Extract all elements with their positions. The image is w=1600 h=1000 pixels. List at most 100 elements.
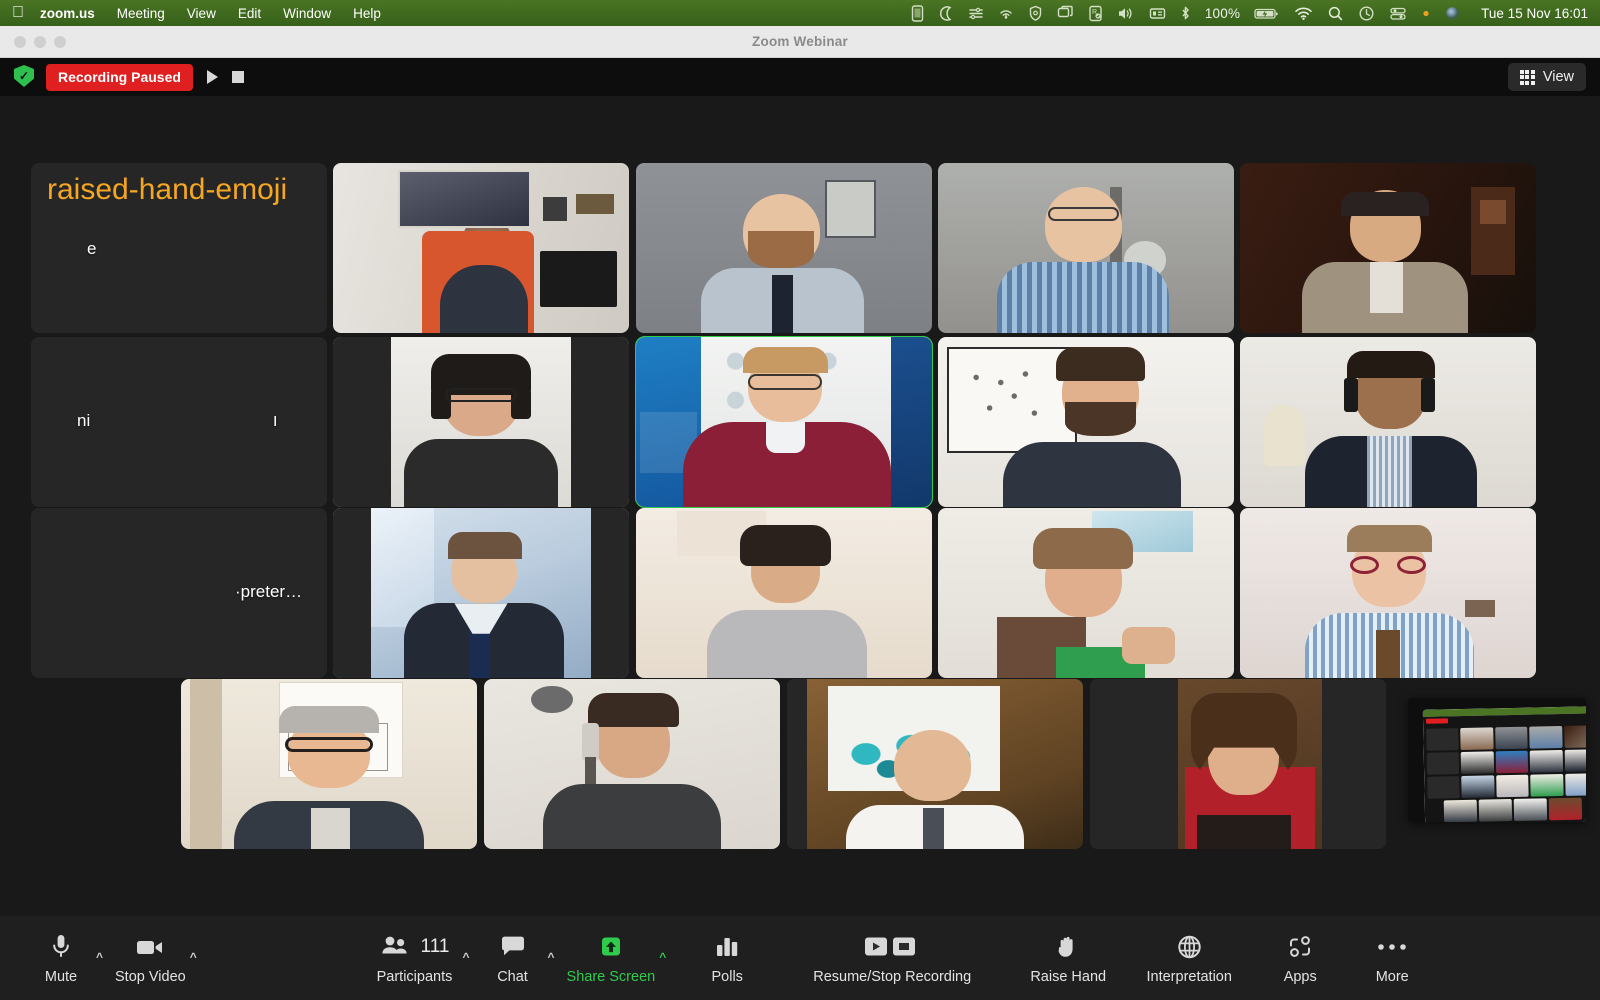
microphone-icon <box>49 932 73 962</box>
menu-item-view[interactable]: View <box>187 6 216 21</box>
battery-percent-label: 100% <box>1204 5 1241 21</box>
participant-tile[interactable] <box>333 337 629 507</box>
mute-button[interactable]: Mute <box>24 932 98 985</box>
apps-button[interactable]: Apps <box>1254 932 1346 985</box>
participant-video <box>787 679 1083 849</box>
play-stop-icon <box>863 932 921 962</box>
participant-video <box>636 163 932 333</box>
participant-video <box>333 163 629 333</box>
participant-tile[interactable] <box>1240 508 1536 678</box>
participant-name: ni <box>77 411 91 430</box>
chat-button[interactable]: Chat <box>476 932 550 985</box>
participant-video <box>636 337 932 507</box>
participant-tile[interactable] <box>938 337 1234 507</box>
raised-hand-emoji: raised-hand-emoji <box>47 173 288 206</box>
display-mirror-icon[interactable] <box>1057 5 1074 22</box>
participant-tile[interactable] <box>1240 337 1536 507</box>
participant-tile[interactable] <box>1240 163 1536 333</box>
screen-record-icon[interactable]: R <box>1088 5 1103 22</box>
pip-row <box>1427 773 1586 799</box>
do-not-disturb-moon-icon[interactable] <box>939 5 954 22</box>
participant-tile[interactable]: raised-hand-emoji e <box>31 163 327 333</box>
participants-options-caret[interactable]: ^ <box>463 934 476 982</box>
interpretation-button[interactable]: Interpretation <box>1124 932 1254 985</box>
participant-name-suffix: ·preter… <box>235 582 303 601</box>
people-icon: 111 <box>380 932 449 962</box>
participant-video <box>484 679 780 849</box>
pip-cell <box>1548 797 1583 821</box>
participant-tile[interactable] <box>484 679 780 849</box>
pip-gallery <box>1422 713 1586 822</box>
share-screen-button-label: Share Screen <box>566 968 656 985</box>
active-speaker-tile[interactable] <box>635 336 933 508</box>
pip-cell <box>1496 774 1529 798</box>
menu-item-zoom-us[interactable]: zoom.us <box>40 6 95 21</box>
pip-cell <box>1478 799 1513 822</box>
participant-tile[interactable] <box>636 163 932 333</box>
menu-item-help[interactable]: Help <box>353 6 381 21</box>
stop-recording-button[interactable] <box>231 71 244 83</box>
recording-status-badge[interactable]: Recording Paused <box>46 63 193 91</box>
bluetooth-icon[interactable] <box>1180 5 1191 22</box>
resume-stop-recording-button[interactable]: Resume/Stop Recording <box>782 932 1002 985</box>
pip-cell <box>1563 725 1586 748</box>
hand-icon <box>1055 932 1081 962</box>
stop-video-button[interactable]: Stop Video <box>109 932 192 985</box>
video-pillarbox-left <box>1090 679 1178 849</box>
time-machine-icon[interactable] <box>1358 5 1375 22</box>
battery-charging-icon[interactable] <box>1254 5 1280 22</box>
airplay-broadcast-icon[interactable] <box>998 5 1014 22</box>
share-screen-button[interactable]: Share Screen <box>561 932 662 985</box>
apple-menu-icon[interactable]:  <box>12 5 24 21</box>
menu-item-meeting[interactable]: Meeting <box>117 6 165 21</box>
pip-cell <box>1426 728 1460 751</box>
vpn-icon[interactable] <box>968 5 984 22</box>
grid-view-icon <box>1519 69 1535 85</box>
resume-recording-button[interactable] <box>206 70 218 84</box>
participant-tile[interactable] <box>1090 679 1386 849</box>
participants-button[interactable]: 111 Participants <box>365 932 465 985</box>
menubar-clock[interactable]: Tue 15 Nov 16:01 <box>1481 6 1588 21</box>
pip-cell <box>1530 773 1564 797</box>
volume-icon[interactable] <box>1117 5 1135 22</box>
raise-hand-button[interactable]: Raise Hand <box>1012 932 1124 985</box>
control-center-icon[interactable] <box>1389 5 1408 22</box>
pip-cell <box>1564 749 1586 772</box>
mobile-device-icon[interactable] <box>910 4 925 22</box>
menu-item-edit[interactable]: Edit <box>238 6 261 21</box>
picture-in-picture-preview[interactable] <box>1408 698 1586 822</box>
pip-cell <box>1494 726 1528 750</box>
participant-tile[interactable] <box>181 679 477 849</box>
chat-options-caret[interactable]: ^ <box>548 934 561 982</box>
search-icon[interactable] <box>1327 5 1344 22</box>
view-layout-button[interactable]: View <box>1507 63 1586 91</box>
shield-privacy-icon[interactable] <box>1028 5 1043 22</box>
encryption-shield-icon[interactable]: ✓ <box>14 65 36 89</box>
participant-video <box>181 679 477 849</box>
siri-icon[interactable] <box>1444 5 1461 22</box>
video-options-caret[interactable]: ^ <box>190 934 203 982</box>
pip-cell <box>1426 752 1460 775</box>
video-gallery: raised-hand-emoji e ni ו ·preter… <box>0 96 1600 916</box>
participant-tile[interactable] <box>938 163 1234 333</box>
more-button[interactable]: More <box>1346 932 1438 985</box>
wifi-icon[interactable] <box>1294 5 1313 22</box>
polls-button-label: Polls <box>711 968 743 985</box>
keyboard-input-icon[interactable] <box>1149 5 1166 22</box>
participant-tile[interactable]: ·preter… <box>31 508 327 678</box>
pip-window <box>1422 706 1586 822</box>
participant-tile[interactable]: ni ו <box>31 337 327 507</box>
pip-cell <box>1564 773 1586 796</box>
participant-tile[interactable] <box>333 508 629 678</box>
audio-options-caret[interactable]: ^ <box>96 934 109 982</box>
menu-item-window[interactable]: Window <box>283 6 331 21</box>
participant-tile[interactable] <box>333 163 629 333</box>
more-button-label: More <box>1375 968 1409 985</box>
chat-button-label: Chat <box>497 968 528 985</box>
participant-tile[interactable] <box>636 508 932 678</box>
participant-tile[interactable] <box>938 508 1234 678</box>
participant-tile[interactable] <box>787 679 1083 849</box>
share-options-caret[interactable]: ^ <box>659 934 672 982</box>
polls-button[interactable]: Polls <box>690 932 764 985</box>
pip-recording-badge <box>1425 718 1449 724</box>
